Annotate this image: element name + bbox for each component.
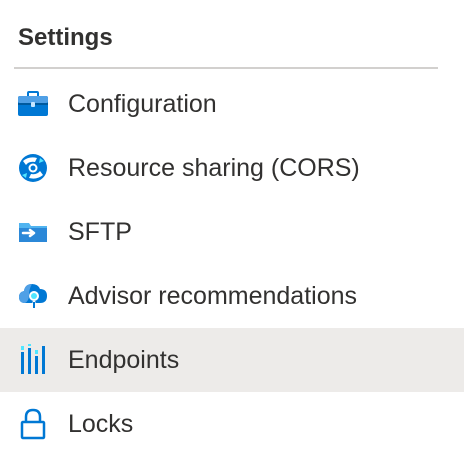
menu-item-label: Endpoints xyxy=(68,346,180,374)
endpoints-bars-icon xyxy=(16,343,50,377)
settings-panel: Settings Configuration Resource sharing … xyxy=(0,0,464,462)
cors-icon xyxy=(16,151,50,185)
advisor-cloud-icon xyxy=(16,279,50,313)
menu-item-label: Resource sharing (CORS) xyxy=(68,154,360,182)
menu-item-locks[interactable]: Locks xyxy=(0,392,464,456)
lock-icon xyxy=(16,407,50,441)
section-divider xyxy=(14,67,438,69)
menu-item-endpoints[interactable]: Endpoints xyxy=(0,328,464,392)
menu-item-label: SFTP xyxy=(68,218,132,246)
menu-item-advisor[interactable]: Advisor recommendations xyxy=(0,264,464,328)
settings-section-title: Settings xyxy=(18,24,113,51)
menu-item-sftp[interactable]: SFTP xyxy=(0,200,464,264)
menu-item-configuration[interactable]: Configuration xyxy=(0,72,464,136)
settings-menu: Configuration Resource sharing (CORS) SF… xyxy=(0,72,464,456)
menu-item-label: Advisor recommendations xyxy=(68,282,358,310)
menu-item-cors[interactable]: Resource sharing (CORS) xyxy=(0,136,464,200)
menu-item-label: Configuration xyxy=(68,90,217,118)
menu-item-label: Locks xyxy=(68,410,134,438)
toolbox-icon xyxy=(16,87,50,121)
sftp-folder-icon xyxy=(16,215,50,249)
